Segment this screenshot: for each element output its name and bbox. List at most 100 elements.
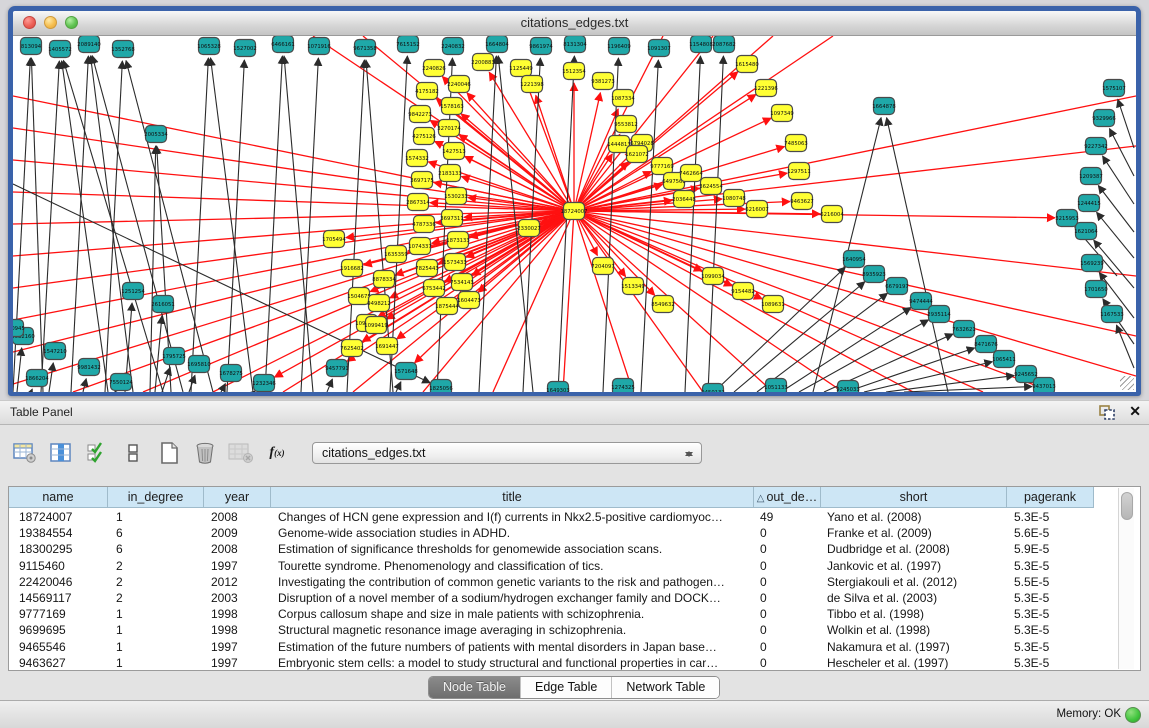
cell-name[interactable]: 9699695 [19,622,108,638]
cell-pagerank[interactable]: 5.3E-5 [1014,590,1094,606]
cell-name[interactable]: 19384554 [19,525,108,541]
graph-node[interactable]: 1089631 [761,296,785,313]
cell-short[interactable]: Hescheler et al. (1997) [827,655,1007,671]
graph-node[interactable]: 1527002 [233,40,257,57]
graph-node[interactable]: 7625402 [340,340,364,357]
graph-node[interactable]: 1621064 [1074,223,1098,240]
cell-year[interactable]: 1997 [211,655,271,671]
cell-short[interactable]: Wolkin et al. (1998) [827,622,1007,638]
cell-out_de[interactable]: 0 [760,574,821,590]
cell-title[interactable]: Investigating the contribution of common… [278,574,754,590]
cell-in_degree[interactable]: 1 [116,509,204,525]
graph-node[interactable]: 1691447 [375,338,399,355]
graph-node[interactable]: 1087334 [611,90,635,107]
graph-node[interactable]: 9450132 [701,384,725,393]
cell-short[interactable]: Dudbridge et al. (2008) [827,541,1007,557]
column-header-name[interactable]: name [9,487,108,508]
graph-node[interactable]: 1705494 [322,231,346,248]
graph-node[interactable]: 1621072 [625,146,649,163]
graph-node[interactable]: 1547210 [43,343,67,360]
graph-node[interactable]: 1512354 [562,63,586,80]
graph-node[interactable]: 7825443 [415,260,439,277]
cell-in_degree[interactable]: 1 [116,606,204,622]
scrollbar-thumb[interactable] [1121,492,1133,520]
table-settings-icon[interactable] [10,438,40,468]
cell-year[interactable]: 2003 [211,590,271,606]
column-header-pagerank[interactable]: pagerank [1007,487,1094,508]
graph-node[interactable]: 6753442 [422,280,446,297]
table-row[interactable]: 1938455462009Genome-wide association stu… [9,525,1140,541]
cell-out_de[interactable]: 0 [760,655,821,671]
graph-node[interactable]: 3215953 [1055,210,1079,227]
graph-node[interactable]: 7632621 [952,321,976,338]
cell-year[interactable]: 1998 [211,606,271,622]
graph-node[interactable]: 2616051 [151,296,175,313]
cell-out_de[interactable]: 0 [760,622,821,638]
cell-pagerank[interactable]: 5.9E-5 [1014,541,1094,557]
graph-node[interactable]: 1405572 [48,41,72,58]
select-rows-icon[interactable] [82,438,112,468]
graph-node[interactable]: 1274325 [611,379,635,393]
graph-node[interactable]: 7534143 [450,274,474,291]
cell-pagerank[interactable]: 5.3E-5 [1014,509,1094,525]
graph-node[interactable]: 3624554 [699,178,723,195]
cell-pagerank[interactable]: 5.3E-5 [1014,639,1094,655]
graph-node[interactable]: 1664878 [872,98,896,115]
graph-node[interactable]: 2935114 [927,306,951,323]
graph-node[interactable]: 1513349 [621,278,645,295]
table-row[interactable]: 1830029562008Estimation of significance … [9,541,1140,557]
graph-node[interactable]: 9227342 [1084,138,1108,155]
cell-year[interactable]: 1997 [211,639,271,655]
graph-node[interactable]: 1080748 [722,190,746,207]
delete-table-icon[interactable] [226,438,256,468]
table-select-dropdown[interactable]: citations_edges.txt [312,442,702,464]
graph-node[interactable]: 1209387 [1079,168,1103,185]
graph-node[interactable]: 1221396 [754,80,778,97]
cell-title[interactable]: Tourette syndrome. Phenomenology and cla… [278,558,754,574]
cell-in_degree[interactable]: 2 [116,590,204,606]
graph-node[interactable]: 7550124 [109,374,133,391]
graph-node[interactable]: 8131304 [563,36,587,53]
graph-node[interactable]: 3697175 [410,172,434,189]
cell-name[interactable]: 22420046 [19,574,108,590]
graph-node[interactable]: 1244415 [1077,195,1101,212]
graph-node[interactable]: 1154808 [689,36,713,53]
tab-edge-table[interactable]: Edge Table [521,677,612,698]
window-titlebar[interactable]: citations_edges.txt [13,11,1136,36]
graph-node-hub[interactable]: 18724007 [561,203,588,220]
cell-short[interactable]: de Silva et al. (2003) [827,590,1007,606]
cell-out_de[interactable]: 0 [760,525,821,541]
cell-in_degree[interactable]: 1 [116,639,204,655]
graph-node[interactable]: 7615152 [396,36,420,53]
graph-node[interactable]: 9553812 [614,116,638,133]
graph-node[interactable]: 4175182 [415,83,439,100]
table-row[interactable]: 2242004622012Investigating the contribut… [9,574,1140,590]
graph-node[interactable]: 9329966 [1092,110,1116,127]
graph-node[interactable]: 1575107 [1102,80,1126,97]
cell-title[interactable]: Structural magnetic resonance image aver… [278,622,754,638]
graph-node[interactable]: 1232346 [252,375,276,392]
graph-node[interactable]: 3697311 [440,210,464,227]
table-row[interactable]: 911546021997Tourette syndrome. Phenomeno… [9,558,1140,574]
graph-node[interactable]: 2183133 [438,165,462,182]
graph-node[interactable]: 1578163 [440,98,464,115]
show-column-icon[interactable] [46,438,76,468]
cell-short[interactable]: Nakamura et al. (1997) [827,639,1007,655]
cell-pagerank[interactable]: 5.3E-5 [1014,606,1094,622]
graph-node[interactable]: 1530233 [444,188,468,205]
cell-in_degree[interactable]: 2 [116,574,204,590]
graph-node[interactable]: 1125449 [509,60,533,77]
cell-name[interactable]: 14569117 [19,590,108,606]
graph-node[interactable]: 1065411 [992,351,1016,368]
graph-node[interactable]: 2240046 [447,76,471,93]
graph-node[interactable]: 2240826 [422,60,446,77]
cell-year[interactable]: 2008 [211,541,271,557]
graph-node[interactable]: 9671358 [353,40,377,57]
graph-node[interactable]: 1795725 [162,348,186,365]
tab-node-table[interactable]: Node Table [429,677,521,698]
graph-node[interactable]: 4275126 [412,128,436,145]
graph-node[interactable]: 6216007 [745,201,769,218]
cell-short[interactable]: Tibbo et al. (1998) [827,606,1007,622]
cell-pagerank[interactable]: 5.3E-5 [1014,558,1094,574]
cell-year[interactable]: 1997 [211,558,271,574]
